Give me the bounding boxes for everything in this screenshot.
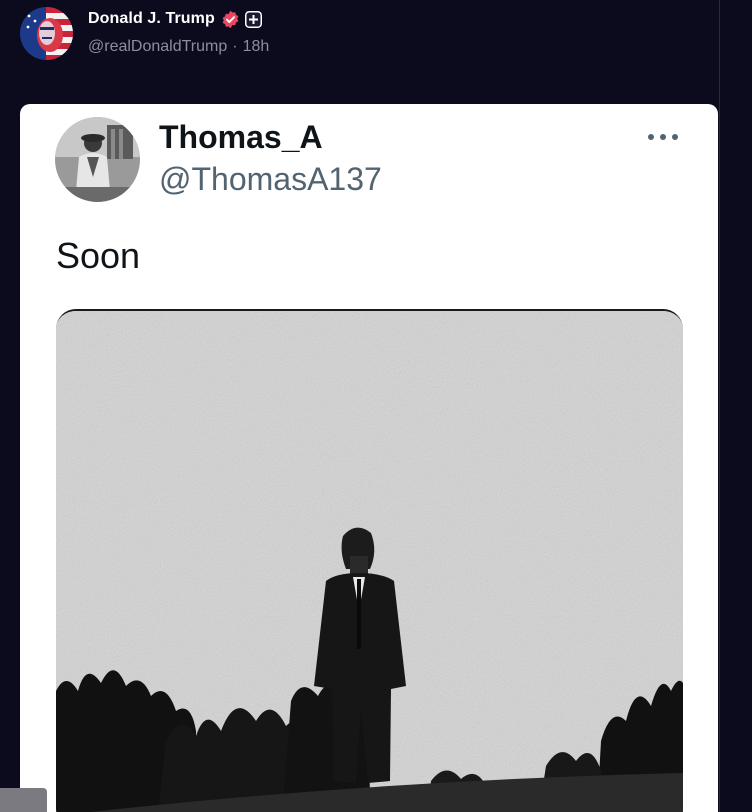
column-divider xyxy=(719,0,720,812)
embedded-tweet-image[interactable]: Thomas_A @ThomasA137 Soon xyxy=(20,104,718,812)
embedded-media-photo xyxy=(56,309,683,812)
author-name[interactable]: Donald J. Trump xyxy=(88,10,215,28)
post-header: Donald J. Trump @realDonaldTrump · 18h xyxy=(20,7,269,60)
embedded-author-name: Thomas_A xyxy=(159,119,323,155)
post-meta: @realDonaldTrump · 18h xyxy=(88,38,269,56)
author-info: Donald J. Trump @realDonaldTrump · 18h xyxy=(88,9,269,56)
post-time[interactable]: 18h xyxy=(243,38,270,56)
scroll-tab[interactable] xyxy=(0,788,47,812)
embedded-author-handle: @ThomasA137 xyxy=(159,161,382,197)
embedded-tweet-text: Soon xyxy=(56,235,141,276)
plus-badge-icon xyxy=(244,10,262,28)
post-view: Donald J. Trump @realDonaldTrump · 18h T… xyxy=(0,0,752,812)
author-handle[interactable]: @realDonaldTrump xyxy=(88,38,227,56)
author-avatar[interactable] xyxy=(20,7,73,60)
photo-image-icon xyxy=(56,311,683,812)
meta-separator: · xyxy=(232,38,238,55)
name-row: Donald J. Trump xyxy=(88,9,269,29)
flag-portrait-avatar-icon xyxy=(20,7,73,60)
vintage-photo-avatar-icon xyxy=(55,117,140,202)
verified-badge-icon xyxy=(221,10,240,29)
embedded-author-avatar xyxy=(55,117,140,202)
more-horizontal-icon xyxy=(646,130,680,144)
